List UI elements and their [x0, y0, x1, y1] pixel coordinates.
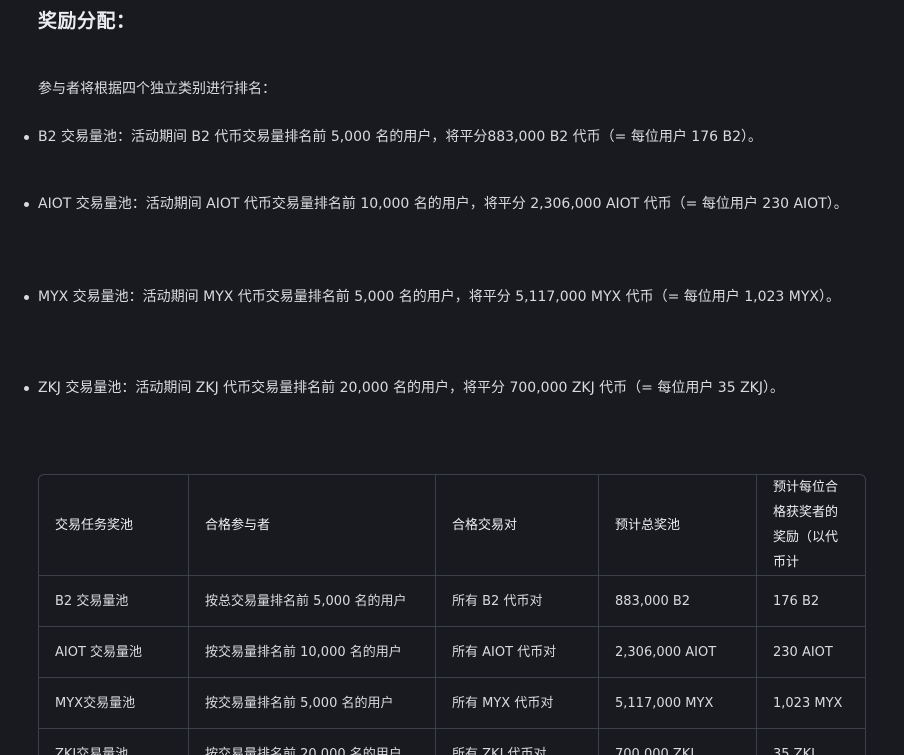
- table-row: ZKJ交易量池 按交易量排名前 20,000 名的用户 所有 ZKJ 代币对 7…: [39, 728, 865, 755]
- header-participants: 合格参与者: [188, 475, 436, 576]
- bullet-text: ZKJ 交易量池：活动期间 ZKJ 代币交易量排名前 20,000 名的用户，将…: [38, 380, 784, 396]
- cell-total-pool: 5,117,000 MYX: [598, 677, 757, 729]
- bullet-item-b2: B2 交易量池：活动期间 B2 代币交易量排名前 5,000 名的用户，将平分8…: [24, 125, 868, 149]
- cell-reward: 1,023 MYX: [756, 677, 865, 729]
- cell-participants: 按交易量排名前 10,000 名的用户: [188, 626, 436, 678]
- bullet-item-zkj: ZKJ 交易量池：活动期间 ZKJ 代币交易量排名前 20,000 名的用户，将…: [24, 376, 868, 400]
- page-title: 奖励分配：: [38, 10, 136, 32]
- cell-pairs: 所有 B2 代币对: [435, 575, 599, 627]
- bullet-dot: [24, 386, 29, 391]
- cell-participants: 按交易量排名前 5,000 名的用户: [188, 677, 436, 729]
- cell-pairs: 所有 MYX 代币对: [435, 677, 599, 729]
- cell-pairs: 所有 AIOT 代币对: [435, 626, 599, 678]
- cell-pool: B2 交易量池: [39, 575, 189, 627]
- cell-total-pool: 700,000 ZKJ: [598, 728, 757, 755]
- cell-total-pool: 883,000 B2: [598, 575, 757, 627]
- reward-distribution-page: 奖励分配： 参与者将根据四个独立类别进行排名： B2 交易量池：活动期间 B2 …: [0, 0, 904, 755]
- reward-table: 交易任务奖池 合格参与者 合格交易对 预计总奖池 预计每位合格获奖者的奖励（以代…: [38, 474, 866, 755]
- header-total-pool: 预计总奖池: [598, 475, 757, 576]
- cell-participants: 按交易量排名前 20,000 名的用户: [188, 728, 436, 755]
- header-pool: 交易任务奖池: [39, 475, 189, 576]
- bullet-text: MYX 交易量池：活动期间 MYX 代币交易量排名前 5,000 名的用户，将平…: [38, 289, 840, 305]
- table-header-row: 交易任务奖池 合格参与者 合格交易对 预计总奖池 预计每位合格获奖者的奖励（以代…: [39, 475, 865, 576]
- cell-pool: AIOT 交易量池: [39, 626, 189, 678]
- bullet-dot: [24, 202, 29, 207]
- cell-reward: 176 B2: [756, 575, 865, 627]
- bullet-item-myx: MYX 交易量池：活动期间 MYX 代币交易量排名前 5,000 名的用户，将平…: [24, 285, 868, 309]
- cell-pool: ZKJ交易量池: [39, 728, 189, 755]
- header-reward-per-winner: 预计每位合格获奖者的奖励（以代币计: [756, 475, 865, 576]
- table-row: AIOT 交易量池 按交易量排名前 10,000 名的用户 所有 AIOT 代币…: [39, 626, 865, 678]
- cell-pairs: 所有 ZKJ 代币对: [435, 728, 599, 755]
- bullet-text: AIOT 交易量池：活动期间 AIOT 代币交易量排名前 10,000 名的用户…: [38, 196, 848, 212]
- bullet-dot: [24, 135, 29, 140]
- bullet-text: B2 交易量池：活动期间 B2 代币交易量排名前 5,000 名的用户，将平分8…: [38, 129, 762, 145]
- cell-pool: MYX交易量池: [39, 677, 189, 729]
- bullet-item-aiot: AIOT 交易量池：活动期间 AIOT 代币交易量排名前 10,000 名的用户…: [24, 192, 868, 216]
- header-pairs: 合格交易对: [435, 475, 599, 576]
- cell-reward: 35 ZKJ: [773, 746, 815, 755]
- cell-total-pool: 2,306,000 AIOT: [598, 626, 757, 678]
- bullet-dot: [24, 295, 29, 300]
- cell-participants: 按总交易量排名前 5,000 名的用户: [188, 575, 436, 627]
- intro-text: 参与者将根据四个独立类别进行排名：: [38, 81, 276, 97]
- table-row: MYX交易量池 按交易量排名前 5,000 名的用户 所有 MYX 代币对 5,…: [39, 677, 865, 729]
- cell-reward: 230 AIOT: [756, 626, 865, 678]
- table-row: B2 交易量池 按总交易量排名前 5,000 名的用户 所有 B2 代币对 88…: [39, 575, 865, 627]
